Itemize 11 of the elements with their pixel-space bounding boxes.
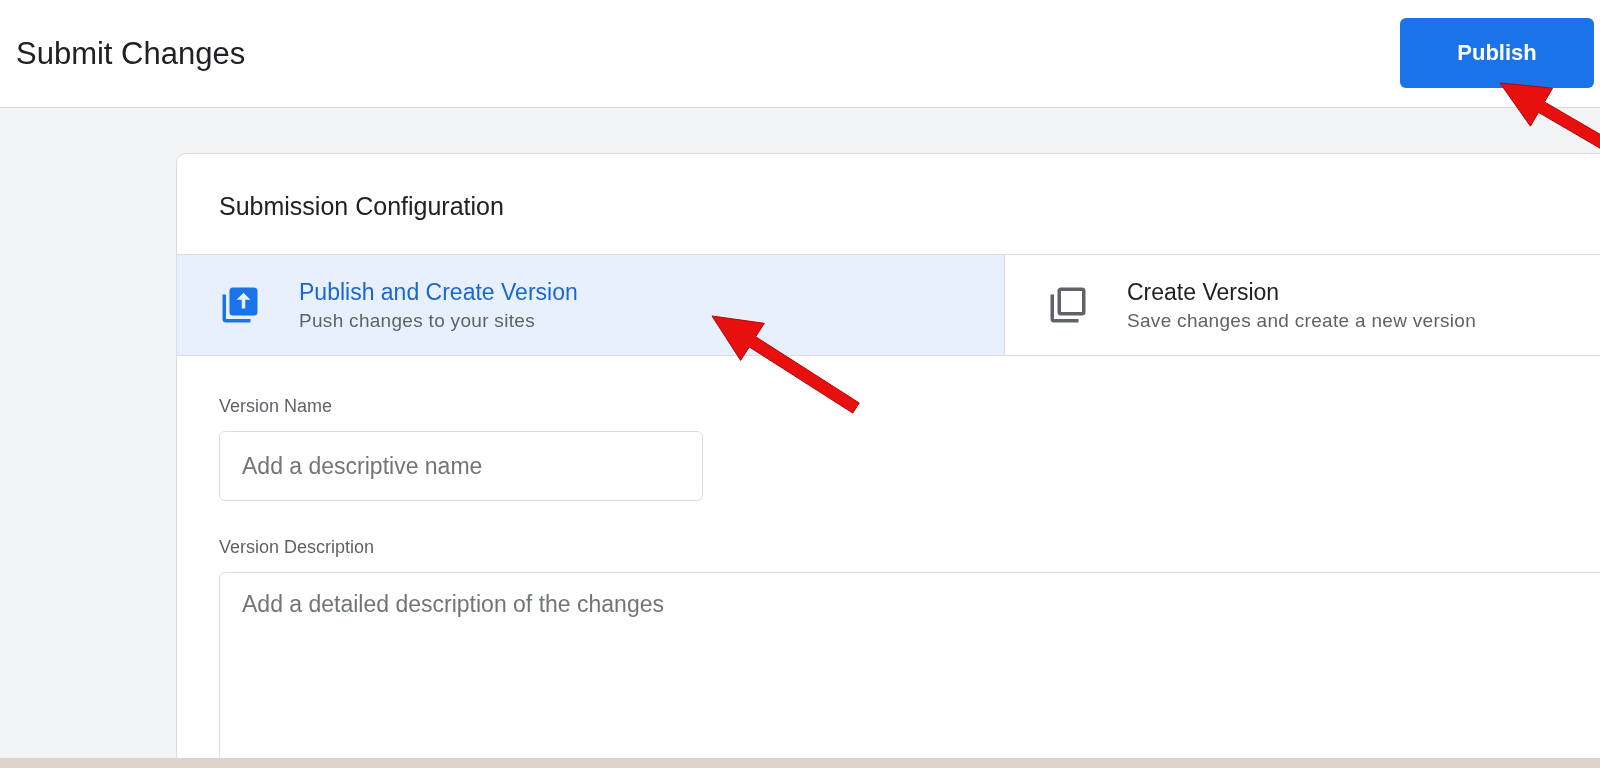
page-title: Submit Changes [16, 35, 246, 72]
field-label: Version Name [219, 396, 334, 417]
version-name-field[interactable]: Add a descriptive name [219, 431, 703, 501]
field-label: Version Description [219, 537, 376, 558]
option-title: Create Version [1127, 278, 1281, 306]
submission-option[interactable]: Publish and Create Version Push changes to your sites [177, 255, 1005, 355]
option-subtitle: Save changes and create a new version [1127, 309, 1477, 332]
card-title: Submission Configuration [218, 190, 505, 222]
option-subtitle: Push changes to your sites [299, 309, 536, 332]
option-title: Publish and Create Version [299, 278, 578, 306]
publish-button[interactable]: Publish [1400, 17, 1594, 88]
